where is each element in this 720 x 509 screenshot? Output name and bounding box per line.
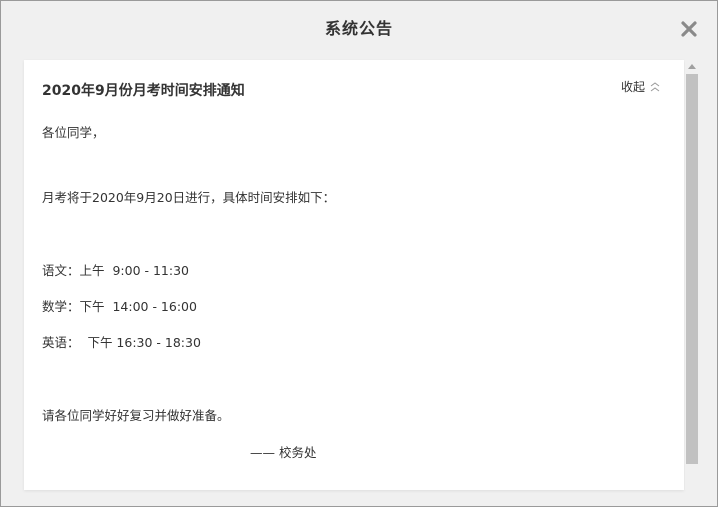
notice-signature: —— 校务处: [250, 445, 317, 460]
notice-closing: 请各位同学好好复习并做好准备。: [42, 408, 230, 423]
notice-greeting: 各位同学，: [42, 125, 105, 140]
dialog-title: 系统公告: [324, 19, 393, 38]
schedule-item-chinese: 语文：上午 9:00 - 11:30: [42, 263, 189, 278]
collapse-label: 收起: [621, 80, 646, 94]
collapse-button[interactable]: 收起: [621, 78, 660, 95]
vertical-scrollbar[interactable]: [685, 60, 699, 490]
announcement-dialog: 系统公告 2020年9月份月考时间安排通知 收起 各位同学， 月考将于2020年…: [0, 0, 718, 507]
notice-title: 2020年9月份月考时间安排通知: [42, 83, 245, 99]
close-x-icon: [681, 21, 697, 37]
notice-panel: 2020年9月份月考时间安排通知 收起 各位同学， 月考将于2020年9月20日…: [24, 60, 684, 490]
close-button[interactable]: [681, 21, 701, 41]
scrollbar-thumb[interactable]: [686, 74, 698, 464]
schedule-item-english: 英语： 下午 16:30 - 18:30: [42, 335, 201, 350]
scroll-up-arrow-icon[interactable]: [688, 64, 696, 69]
notice-intro: 月考将于2020年9月20日进行，具体时间安排如下：: [42, 190, 336, 205]
chevron-up-icon: [650, 81, 660, 91]
schedule-item-math: 数学：下午 14:00 - 16:00: [42, 299, 197, 314]
